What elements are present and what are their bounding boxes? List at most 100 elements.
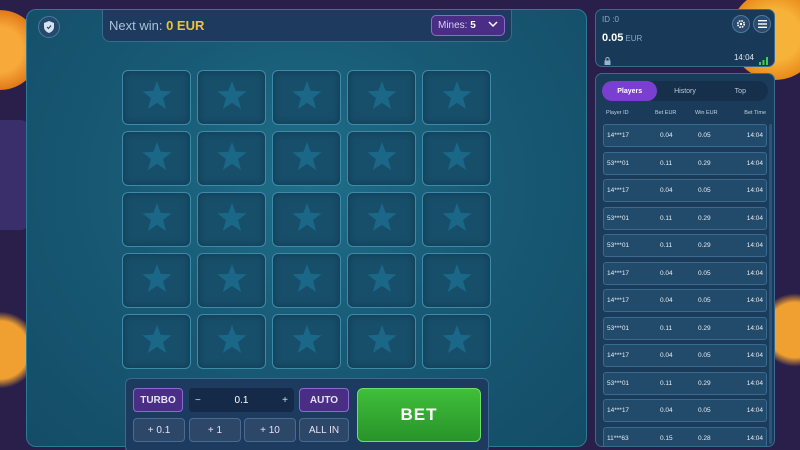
turbo-button[interactable]: TURBO [133,388,183,412]
tab-players[interactable]: Players [602,81,658,101]
mine-tile[interactable] [197,70,266,125]
gear-icon[interactable] [732,15,750,33]
mine-tile[interactable] [272,131,341,186]
win-cell: 0.05 [698,297,711,304]
mines-select[interactable]: Mines: 5 [431,15,505,36]
bet-cell: 0.15 [660,434,673,442]
bet-time-cell: 14:04 [746,187,763,194]
all-in-button[interactable]: ALL IN [299,418,349,442]
table-row: 14***17 0.04 0.05 14:04 [603,124,767,147]
mine-tile[interactable] [422,131,491,186]
column-player-id: Player ID [606,110,629,116]
mine-tile[interactable] [197,253,266,308]
mine-tile[interactable] [272,314,341,369]
mine-tile[interactable] [272,253,341,308]
bet-amount-input[interactable]: − 0.1 + [189,388,294,412]
table-row: 53***01 0.11 0.29 14:04 [603,371,767,395]
player-id-cell: 14***17 [607,407,630,414]
shield-icon[interactable] [38,16,60,38]
table-row: 53***01 0.11 0.29 14:04 [603,316,767,340]
account-id: ID :0 [602,15,619,24]
next-win-label: Next win: [109,18,163,33]
star-icon [141,142,172,175]
bet-time-cell: 14:04 [746,132,763,139]
table-row: 53***01 0.11 0.29 14:04 [603,206,767,230]
bet-time-cell: 14:04 [746,352,763,359]
tab-top[interactable]: Top [713,81,768,101]
player-id-cell: 53***01 [607,159,630,167]
bet-controls: TURBO − 0.1 + AUTO + 0.1 + 1 + 10 ALL IN… [125,378,489,450]
star-icon [441,264,472,297]
add-1-button[interactable]: + 1 [189,418,241,442]
player-id-cell: 11***63 [607,434,629,442]
star-icon [291,264,322,297]
player-id-cell: 14***17 [607,352,630,359]
signal-icon [759,52,768,70]
mine-grid [122,70,491,369]
table-row: 53***01 0.11 0.29 14:04 [603,234,767,257]
win-cell: 0.29 [698,159,711,167]
account-balance: 0.05 EUR [602,32,642,44]
mine-tile[interactable] [197,314,266,369]
balance-currency: EUR [625,34,643,43]
player-id-cell: 14***17 [607,132,630,139]
mine-tile[interactable] [272,192,341,247]
auto-button[interactable]: AUTO [299,388,349,412]
star-icon [291,325,322,358]
mine-tile[interactable] [122,70,191,125]
mines-value: 5 [470,20,476,31]
star-icon [366,81,397,114]
player-id-cell: 53***01 [607,242,630,249]
mine-tile[interactable] [422,314,491,369]
players-scrollbar[interactable] [769,124,772,444]
chevron-down-icon [488,20,498,31]
decrease-bet-button[interactable]: − [195,395,201,406]
star-icon [216,264,247,297]
mine-tile[interactable] [197,192,266,247]
increase-bet-button[interactable]: + [282,395,288,406]
bet-time-cell: 14:04 [746,269,763,277]
star-icon [441,325,472,358]
mine-tile[interactable] [122,253,191,308]
bet-time-cell: 14:04 [746,159,763,167]
player-id-cell: 53***01 [607,324,630,332]
player-id-cell: 14***17 [607,187,630,194]
column-bet-time: Bet Time [744,110,766,116]
table-row: 14***17 0.04 0.05 14:04 [603,289,767,312]
star-icon [141,203,172,236]
add-10-button[interactable]: + 10 [244,418,296,442]
add-0-1-button[interactable]: + 0.1 [133,418,185,442]
mine-tile[interactable] [197,131,266,186]
mine-tile[interactable] [347,131,416,186]
table-row: 14***17 0.04 0.05 14:04 [603,399,767,422]
player-id-cell: 14***17 [607,269,630,277]
mine-tile[interactable] [122,314,191,369]
mine-tile[interactable] [122,192,191,247]
bet-time-cell: 14:04 [746,434,763,442]
star-icon [366,142,397,175]
star-icon [366,325,397,358]
star-icon [141,264,172,297]
bet-time-cell: 14:04 [746,214,763,222]
tab-history[interactable]: History [657,81,712,101]
account-panel: ID :0 0.05 EUR 14:04 [595,9,775,67]
mine-tile[interactable] [422,192,491,247]
mine-tile[interactable] [422,253,491,308]
mine-tile[interactable] [347,192,416,247]
bet-time-cell: 14:04 [746,242,763,249]
star-icon [441,81,472,114]
bet-button[interactable]: BET [357,388,481,442]
players-table-body: 14***17 0.04 0.05 14:04 53***01 0.11 0.29 14:04… [603,124,767,446]
mine-tile[interactable] [347,253,416,308]
mine-tile[interactable] [347,70,416,125]
mine-tile[interactable] [347,314,416,369]
balance-value: 0.05 [602,32,624,44]
mine-tile[interactable] [122,131,191,186]
mine-tile[interactable] [272,70,341,125]
table-row: 11***63 0.15 0.28 14:04 [603,426,767,446]
lock-icon [604,52,611,70]
star-icon [366,264,397,297]
menu-icon[interactable] [753,15,771,33]
star-icon [291,81,322,114]
mine-tile[interactable] [422,70,491,125]
